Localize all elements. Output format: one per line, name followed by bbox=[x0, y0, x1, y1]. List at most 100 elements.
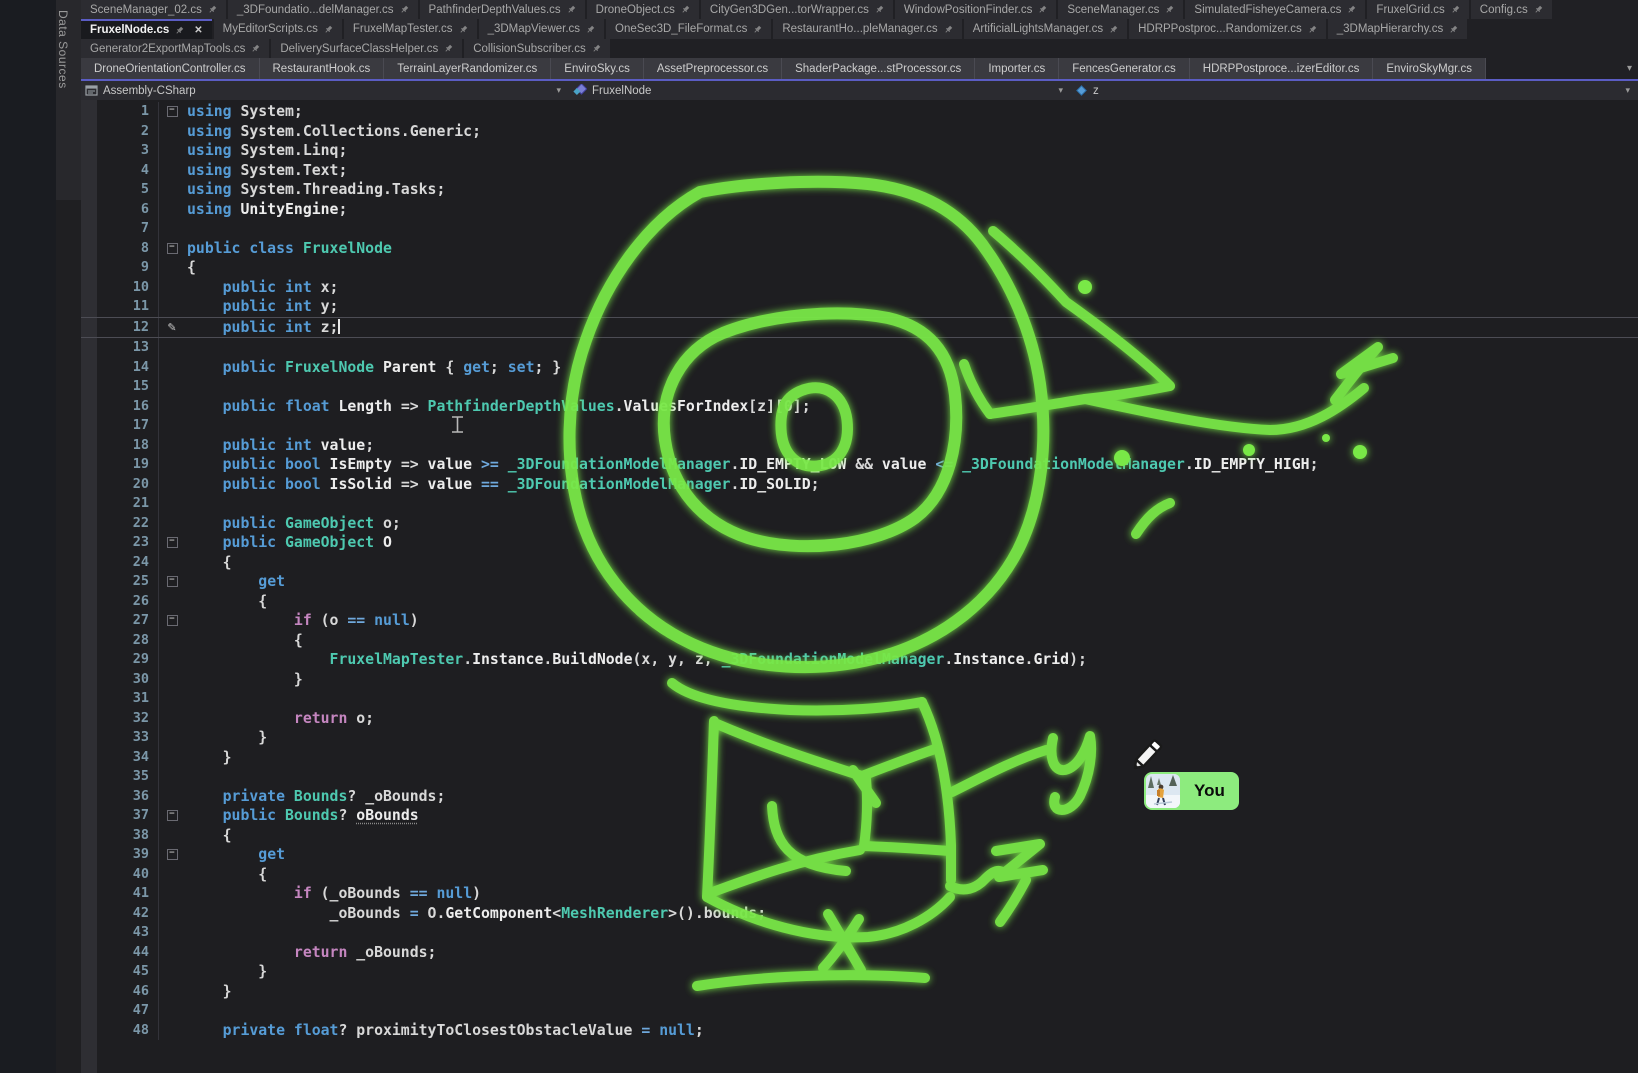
pin-icon[interactable] bbox=[875, 5, 884, 14]
fold-collapse-icon[interactable]: − bbox=[158, 806, 185, 826]
code-line-16[interactable]: 16 public float Length => PathfinderDept… bbox=[81, 397, 1638, 417]
tab-PathfinderDepthValues.cs[interactable]: PathfinderDepthValues.cs bbox=[420, 0, 585, 19]
tab-FruxelGrid.cs[interactable]: FruxelGrid.cs bbox=[1367, 0, 1468, 19]
code-line-30[interactable]: 30 } bbox=[81, 670, 1638, 690]
pin-icon[interactable] bbox=[1534, 5, 1543, 14]
code-line-40[interactable]: 40 { bbox=[81, 865, 1638, 885]
code-line-43[interactable]: 43 bbox=[81, 923, 1638, 943]
pin-icon[interactable] bbox=[1165, 5, 1174, 14]
pin-icon[interactable] bbox=[1451, 5, 1460, 14]
tab-SceneManager.cs[interactable]: SceneManager.cs bbox=[1058, 0, 1183, 19]
tab-HDRPPostproce...izerEditor.cs[interactable]: HDRPPostproce...izerEditor.cs bbox=[1190, 58, 1374, 79]
code-line-39[interactable]: 39− get bbox=[81, 845, 1638, 865]
code-line-19[interactable]: 19 public bool IsEmpty => value >= _3DFo… bbox=[81, 455, 1638, 475]
pin-icon[interactable] bbox=[586, 25, 595, 34]
pin-icon[interactable] bbox=[1109, 25, 1118, 34]
code-line-20[interactable]: 20 public bool IsSolid => value == _3DFo… bbox=[81, 475, 1638, 495]
tab-overflow-chevron-icon[interactable]: ▾ bbox=[1627, 58, 1632, 79]
tab-_3DMapHierarchy.cs[interactable]: _3DMapHierarchy.cs bbox=[1328, 19, 1468, 39]
code-line-35[interactable]: 35 bbox=[81, 767, 1638, 787]
tab-MyEditorScripts.cs[interactable]: MyEditorScripts.cs bbox=[214, 19, 342, 39]
member-dropdown[interactable]: z ▾ bbox=[1071, 81, 1638, 100]
pin-icon[interactable] bbox=[753, 25, 762, 34]
data-sources-vertical-tab[interactable]: Data Sources bbox=[56, 0, 82, 200]
chevron-down-icon[interactable]: ▾ bbox=[1058, 86, 1063, 96]
tab-FruxelMapTester.cs[interactable]: FruxelMapTester.cs bbox=[344, 19, 477, 39]
code-line-42[interactable]: 42 _oBounds = O.GetComponent<MeshRendere… bbox=[81, 904, 1638, 924]
code-line-4[interactable]: 4using System.Text; bbox=[81, 161, 1638, 181]
code-line-12[interactable]: 12✎ public int z; bbox=[81, 317, 1638, 339]
fold-collapse-icon[interactable]: − bbox=[158, 533, 185, 553]
project-dropdown[interactable]: Assembly-CSharp ▾ bbox=[81, 81, 569, 100]
code-line-28[interactable]: 28 { bbox=[81, 631, 1638, 651]
tab-EnviroSky.cs[interactable]: EnviroSky.cs bbox=[551, 58, 644, 79]
chevron-down-icon[interactable]: ▾ bbox=[556, 86, 561, 96]
code-line-22[interactable]: 22 public GameObject o; bbox=[81, 514, 1638, 534]
chevron-down-icon[interactable]: ▾ bbox=[1625, 86, 1630, 96]
code-line-5[interactable]: 5using System.Threading.Tasks; bbox=[81, 180, 1638, 200]
tab-Importer.cs[interactable]: Importer.cs bbox=[975, 58, 1059, 79]
fold-collapse-icon[interactable]: − bbox=[158, 102, 185, 122]
tab-ShaderPackage...stProcessor.cs[interactable]: ShaderPackage...stProcessor.cs bbox=[782, 58, 975, 79]
tab-SceneManager_02.cs[interactable]: SceneManager_02.cs bbox=[81, 0, 226, 19]
code-line-6[interactable]: 6using UnityEngine; bbox=[81, 200, 1638, 220]
code-line-18[interactable]: 18 public int value; bbox=[81, 436, 1638, 456]
code-line-13[interactable]: 13 bbox=[81, 338, 1638, 358]
code-line-27[interactable]: 27− if (o == null) bbox=[81, 611, 1638, 631]
pin-icon[interactable] bbox=[459, 25, 468, 34]
pin-icon[interactable] bbox=[681, 5, 690, 14]
tab-RestaurantHo...pleManager.cs[interactable]: RestaurantHo...pleManager.cs bbox=[773, 19, 961, 39]
code-line-10[interactable]: 10 public int x; bbox=[81, 278, 1638, 298]
code-line-37[interactable]: 37− public Bounds? oBounds bbox=[81, 806, 1638, 826]
pin-icon[interactable] bbox=[251, 44, 260, 53]
tab-HDRPPostproc...Randomizer.cs[interactable]: HDRPPostproc...Randomizer.cs bbox=[1129, 19, 1326, 39]
tab-ArtificialLightsManager.cs[interactable]: ArtificialLightsManager.cs bbox=[964, 19, 1127, 39]
close-icon[interactable]: ✕ bbox=[194, 25, 202, 36]
type-dropdown[interactable]: FruxelNode ▾ bbox=[569, 81, 1071, 100]
fold-collapse-icon[interactable]: − bbox=[158, 239, 185, 259]
pin-icon[interactable] bbox=[208, 5, 217, 14]
tab-_3DFoundatio...delManager.cs[interactable]: _3DFoundatio...delManager.cs bbox=[228, 0, 418, 19]
code-line-38[interactable]: 38 { bbox=[81, 826, 1638, 846]
tab-TerrainLayerRandomizer.cs[interactable]: TerrainLayerRandomizer.cs bbox=[384, 58, 551, 79]
code-line-26[interactable]: 26 { bbox=[81, 592, 1638, 612]
tab-RestaurantHook.cs[interactable]: RestaurantHook.cs bbox=[260, 58, 385, 79]
tab-FruxelNode.cs[interactable]: FruxelNode.cs✕ bbox=[81, 19, 212, 39]
code-line-25[interactable]: 25− get bbox=[81, 572, 1638, 592]
tab-CollisionSubscriber.cs[interactable]: CollisionSubscriber.cs bbox=[464, 39, 610, 58]
tab-SimulatedFisheyeCamera.cs[interactable]: SimulatedFisheyeCamera.cs bbox=[1185, 0, 1365, 19]
fold-collapse-icon[interactable]: − bbox=[158, 572, 185, 592]
pin-icon[interactable] bbox=[400, 5, 409, 14]
pin-icon[interactable] bbox=[944, 25, 953, 34]
tab-DroneOrientationController.cs[interactable]: DroneOrientationController.cs bbox=[81, 58, 260, 79]
code-line-2[interactable]: 2using System.Collections.Generic; bbox=[81, 122, 1638, 142]
pin-icon[interactable] bbox=[1308, 25, 1317, 34]
code-line-3[interactable]: 3using System.Linq; bbox=[81, 141, 1638, 161]
tab-DroneObject.cs[interactable]: DroneObject.cs bbox=[587, 0, 699, 19]
code-line-15[interactable]: 15 bbox=[81, 377, 1638, 397]
tab-FencesGenerator.cs[interactable]: FencesGenerator.cs bbox=[1059, 58, 1190, 79]
code-line-33[interactable]: 33 } bbox=[81, 728, 1638, 748]
code-line-14[interactable]: 14 public FruxelNode Parent { get; set; … bbox=[81, 358, 1638, 378]
pin-icon[interactable] bbox=[567, 5, 576, 14]
code-line-7[interactable]: 7 bbox=[81, 219, 1638, 239]
code-line-41[interactable]: 41 if (_oBounds == null) bbox=[81, 884, 1638, 904]
code-line-17[interactable]: 17 bbox=[81, 416, 1638, 436]
code-line-48[interactable]: 48 private float? proximityToClosestObst… bbox=[81, 1021, 1638, 1041]
tab-_3DMapViewer.cs[interactable]: _3DMapViewer.cs bbox=[479, 19, 604, 39]
pin-icon[interactable] bbox=[592, 44, 601, 53]
code-line-11[interactable]: 11 public int y; bbox=[81, 297, 1638, 317]
tab-AssetPreprocessor.cs[interactable]: AssetPreprocessor.cs bbox=[644, 58, 782, 79]
code-line-8[interactable]: 8−public class FruxelNode bbox=[81, 239, 1638, 259]
code-line-32[interactable]: 32 return o; bbox=[81, 709, 1638, 729]
code-line-47[interactable]: 47 bbox=[81, 1001, 1638, 1021]
pin-icon[interactable] bbox=[444, 44, 453, 53]
tab-WindowPositionFinder.cs[interactable]: WindowPositionFinder.cs bbox=[895, 0, 1056, 19]
pin-icon[interactable] bbox=[1449, 25, 1458, 34]
code-line-29[interactable]: 29 FruxelMapTester.Instance.BuildNode(x,… bbox=[81, 650, 1638, 670]
code-editor[interactable]: 1−using System;2using System.Collections… bbox=[81, 100, 1638, 1073]
tab-OneSec3D_FileFormat.cs[interactable]: OneSec3D_FileFormat.cs bbox=[606, 19, 771, 39]
tab-DeliverySurfaceClassHelper.cs[interactable]: DeliverySurfaceClassHelper.cs bbox=[271, 39, 462, 58]
pin-icon[interactable] bbox=[175, 26, 184, 35]
code-line-24[interactable]: 24 { bbox=[81, 553, 1638, 573]
